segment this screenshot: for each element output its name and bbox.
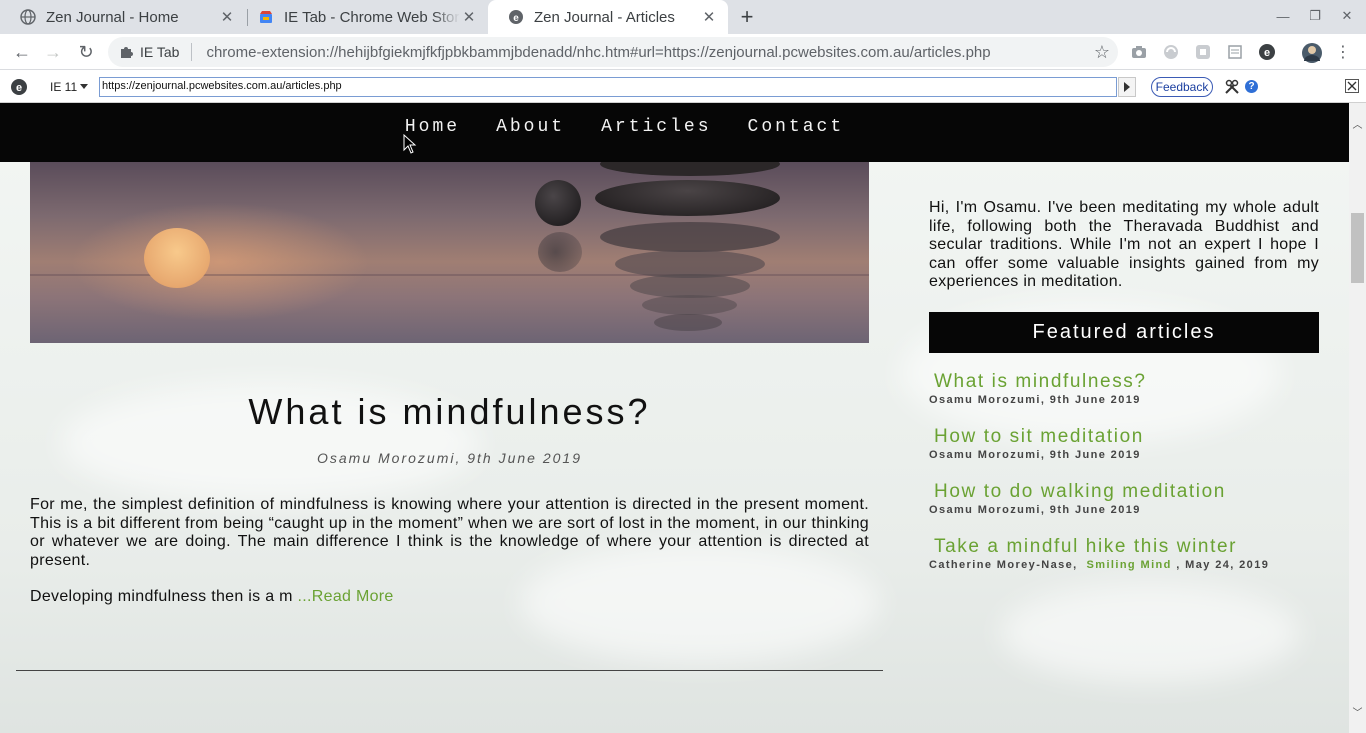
scroll-thumb[interactable] xyxy=(1351,213,1364,283)
post-body: For me, the simplest definition of mindf… xyxy=(30,496,869,569)
address-bar[interactable]: IE Tab chrome-extension://hehijbfgiekmjf… xyxy=(108,37,1118,67)
new-tab-button[interactable]: + xyxy=(733,4,761,30)
chevron-down-icon[interactable] xyxy=(80,84,88,89)
post-meta: Osamu Morozumi, 9th June 2019 xyxy=(317,450,582,466)
featured-meta: Osamu Morozumi, 9th June 2019 xyxy=(929,504,1141,516)
menu-button[interactable]: ⋮ xyxy=(1330,40,1356,64)
post-title[interactable]: What is mindfulness? xyxy=(30,391,869,433)
ietab-go-button[interactable] xyxy=(1118,77,1136,97)
reload-icon: ↻ xyxy=(78,41,94,62)
featured-title[interactable]: How to sit meditation xyxy=(929,426,1329,448)
close-icon[interactable] xyxy=(1345,79,1359,93)
menu-icon: ⋮ xyxy=(1335,44,1351,61)
reload-button[interactable]: ↻ xyxy=(73,40,99,64)
author-bio: Hi, I'm Osamu. I've been meditating my w… xyxy=(929,199,1319,290)
post-excerpt: Developing mindfulness then is a m ...Re… xyxy=(30,588,394,606)
globe-icon xyxy=(20,9,36,25)
site-nav: Home About Articles Contact xyxy=(0,103,1349,162)
featured-meta: Osamu Morozumi, 9th June 2019 xyxy=(929,449,1141,461)
stone-reflection xyxy=(538,232,582,272)
forward-button[interactable]: → xyxy=(40,40,66,64)
read-more-link[interactable]: ...Read More xyxy=(298,588,394,605)
svg-text:e: e xyxy=(513,13,519,24)
featured-meta: Osamu Morozumi, 9th June 2019 xyxy=(929,394,1141,406)
featured-item: What is mindfulness? Osamu Morozumi, 9th… xyxy=(929,371,1329,407)
stone-reflection xyxy=(654,314,722,331)
minimize-button[interactable]: — xyxy=(1273,6,1293,26)
help-icon[interactable]: ? xyxy=(1245,80,1258,93)
featured-date: , May 24, 2019 xyxy=(1176,559,1270,571)
ietab-bar: e IE 11 https://zenjournal.pcwebsites.co… xyxy=(0,71,1366,103)
close-icon[interactable]: ✕ xyxy=(460,8,478,26)
featured-heading: Featured articles xyxy=(929,312,1319,353)
ie-tab-icon[interactable]: e xyxy=(1258,43,1276,61)
tab-ie-tab-store[interactable]: IE Tab - Chrome Web Store ✕ xyxy=(238,0,488,34)
stone-ball xyxy=(535,180,581,226)
tab-title: Zen Journal - Articles xyxy=(534,8,675,26)
nav-contact[interactable]: Contact xyxy=(740,117,853,137)
chrome-store-icon xyxy=(260,11,272,23)
excerpt-text: Developing mindfulness then is a m xyxy=(30,588,298,605)
stone-reflection xyxy=(642,295,737,315)
tab-title: Zen Journal - Home xyxy=(46,8,179,26)
divider xyxy=(16,670,883,671)
svg-text:e: e xyxy=(1264,47,1270,59)
page-viewport: Home About Articles Contact What is mind… xyxy=(0,103,1349,733)
hero-image xyxy=(30,162,869,343)
ie-version-select[interactable]: IE 11 xyxy=(50,80,77,94)
nav-about[interactable]: About xyxy=(488,117,573,137)
back-button[interactable]: ← xyxy=(9,40,35,64)
ie-tab-icon: e xyxy=(11,79,27,95)
tab-title: IE Tab - Chrome Web Store xyxy=(284,8,460,26)
forward-icon: → xyxy=(44,41,62,62)
svg-text:e: e xyxy=(16,82,22,94)
featured-title[interactable]: Take a mindful hike this winter xyxy=(929,536,1329,558)
featured-author: Catherine Morey-Nase, xyxy=(929,559,1078,571)
ie-tab-icon: e xyxy=(509,10,523,24)
stone-reflection xyxy=(600,222,780,252)
camera-icon[interactable] xyxy=(1130,43,1148,61)
feedback-button[interactable]: Feedback xyxy=(1151,77,1213,97)
tools-icon[interactable] xyxy=(1224,79,1240,95)
extension-icon[interactable] xyxy=(1226,43,1244,61)
restore-button[interactable]: ❐ xyxy=(1305,6,1325,26)
page-scrollbar[interactable]: ︿ ﹀ xyxy=(1349,103,1366,733)
nav-articles[interactable]: Articles xyxy=(593,117,719,137)
featured-item: Take a mindful hike this winter Catherin… xyxy=(929,536,1329,572)
tab-zen-home[interactable]: Zen Journal - Home ✕ xyxy=(0,0,246,34)
scroll-down-icon[interactable]: ﹀ xyxy=(1349,703,1366,720)
close-icon[interactable]: ✕ xyxy=(700,8,718,26)
plus-icon: + xyxy=(740,4,754,29)
ietab-url-input[interactable]: https://zenjournal.pcwebsites.com.au/art… xyxy=(99,77,1117,97)
extension-chip[interactable]: IE Tab xyxy=(120,44,179,60)
browser-toolbar: ← → ↻ IE Tab chrome-extension://hehijbfg… xyxy=(0,34,1366,70)
featured-title[interactable]: How to do walking meditation xyxy=(929,481,1329,503)
play-icon xyxy=(1124,82,1130,92)
puzzle-icon xyxy=(121,47,133,58)
profile-avatar[interactable] xyxy=(1301,42,1323,64)
extension-icon[interactable] xyxy=(1194,43,1212,61)
back-icon: ← xyxy=(13,41,31,62)
featured-title[interactable]: What is mindfulness? xyxy=(929,371,1329,393)
sun-shape xyxy=(144,228,210,288)
star-icon[interactable]: ☆ xyxy=(1094,42,1110,63)
extension-icon[interactable] xyxy=(1162,43,1180,61)
background-mist xyxy=(1000,583,1300,683)
omnibox-divider xyxy=(191,43,193,61)
sun-glow xyxy=(70,202,370,322)
tab-zen-articles[interactable]: e Zen Journal - Articles ✕ xyxy=(488,0,728,34)
extension-label: IE Tab xyxy=(140,44,180,60)
tab-strip: Zen Journal - Home ✕ IE Tab - Chrome Web… xyxy=(0,0,1366,34)
close-window-button[interactable]: ✕ xyxy=(1337,6,1357,26)
featured-meta: Catherine Morey-Nase, Smiling Mind , May… xyxy=(929,558,1329,572)
omnibox-url: chrome-extension://hehijbfgiekmjfkfjpbkb… xyxy=(206,43,991,61)
stone-stack xyxy=(600,162,780,176)
mouse-cursor-icon xyxy=(403,134,417,154)
featured-source-link[interactable]: Smiling Mind xyxy=(1087,559,1172,571)
stone-stack xyxy=(595,180,780,216)
featured-item: How to sit meditation Osamu Morozumi, 9t… xyxy=(929,426,1329,462)
featured-item: How to do walking meditation Osamu Moroz… xyxy=(929,481,1329,517)
scroll-up-icon[interactable]: ︿ xyxy=(1349,115,1366,132)
close-icon[interactable]: ✕ xyxy=(218,8,236,26)
